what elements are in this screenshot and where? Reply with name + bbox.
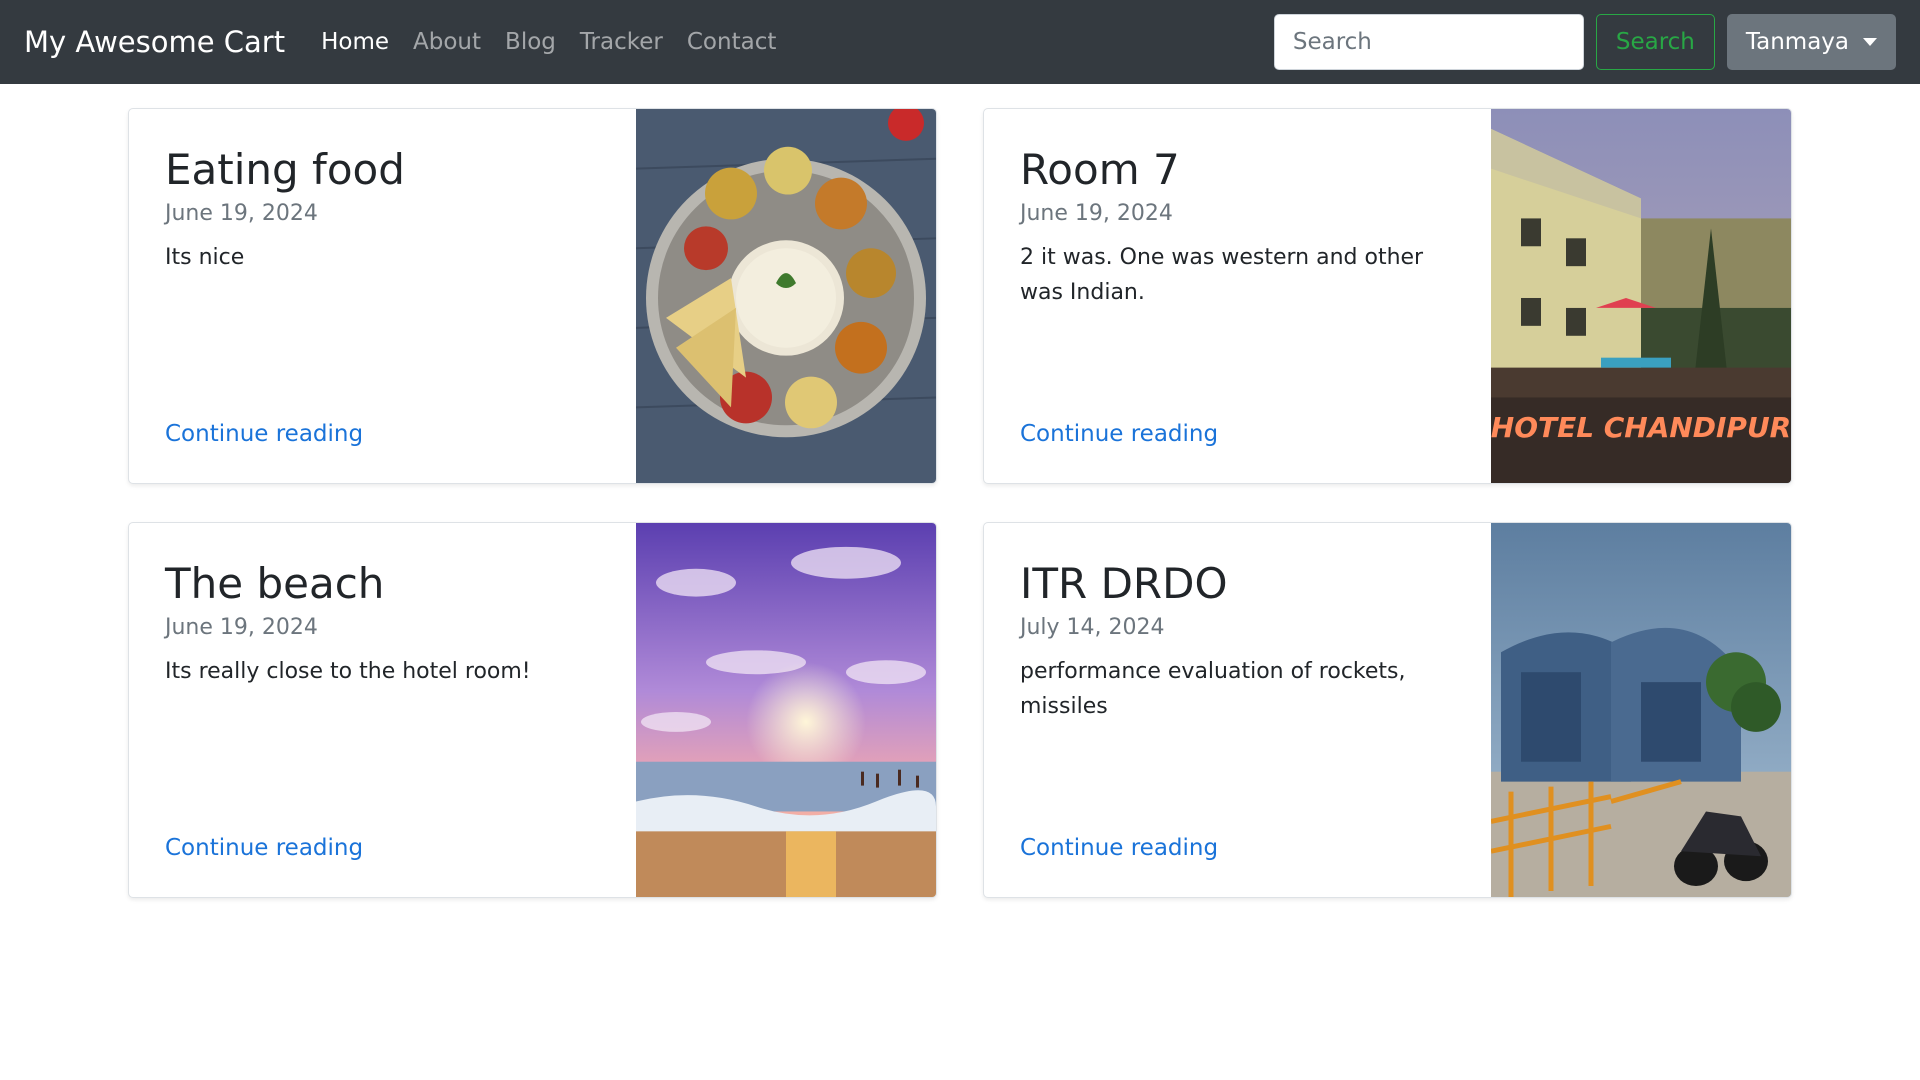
continue-reading-link[interactable]: Continue reading: [165, 835, 363, 861]
post-excerpt: Its really close to the hotel room!: [165, 659, 531, 685]
nav-link-contact[interactable]: Contact: [687, 29, 776, 55]
continue-reading-link[interactable]: Continue reading: [1020, 835, 1218, 861]
itr-gate-image: [1491, 523, 1791, 897]
post-card-body: Eating food June 19, 2024 Its nice Conti…: [129, 109, 636, 483]
user-dropdown-button[interactable]: Tanmaya: [1726, 14, 1896, 70]
post-card: The beach June 19, 2024 Its really close…: [128, 522, 937, 898]
nav-link-home[interactable]: Home: [321, 29, 389, 55]
post-date: July 14, 2024: [1020, 615, 1165, 641]
hotel-image: HOTEL CHANDIPUR: [1491, 109, 1791, 483]
search-input[interactable]: [1273, 14, 1584, 70]
post-title: Room 7: [1020, 145, 1180, 194]
caret-down-icon: [1863, 38, 1877, 46]
hotel-caption: HOTEL CHANDIPUR: [1491, 411, 1791, 444]
post-card: ITR DRDO July 14, 2024 performance evalu…: [983, 522, 1792, 898]
post-date: June 19, 2024: [165, 615, 318, 641]
post-card: Eating food June 19, 2024 Its nice Conti…: [128, 108, 937, 484]
post-date: June 19, 2024: [165, 201, 318, 227]
nav-link-about[interactable]: About: [413, 29, 481, 55]
post-excerpt: performance evaluation of rockets, missi…: [1020, 659, 1406, 720]
food-thali-image: [636, 109, 936, 483]
post-title: The beach: [165, 559, 385, 608]
post-excerpt: Its nice: [165, 245, 245, 271]
nav-links: Home About Blog Tracker Contact: [321, 29, 776, 55]
search-button[interactable]: Search: [1595, 14, 1715, 70]
post-title: ITR DRDO: [1020, 559, 1228, 608]
brand-logo[interactable]: My Awesome Cart: [24, 25, 285, 59]
post-date: June 19, 2024: [1020, 201, 1173, 227]
user-name: Tanmaya: [1745, 29, 1849, 55]
posts-grid: Eating food June 19, 2024 Its nice Conti…: [128, 108, 1792, 898]
beach-sunset-image: [636, 523, 936, 897]
post-title: Eating food: [165, 145, 405, 194]
nav-right: Search Tanmaya: [1273, 14, 1896, 70]
continue-reading-link[interactable]: Continue reading: [1020, 421, 1218, 447]
post-excerpt: 2 it was. One was western and other was …: [1020, 245, 1424, 306]
nav-link-tracker[interactable]: Tracker: [580, 29, 663, 55]
post-card-body: Room 7 June 19, 2024 2 it was. One was w…: [984, 109, 1491, 483]
navbar: My Awesome Cart Home About Blog Tracker …: [0, 0, 1920, 84]
continue-reading-link[interactable]: Continue reading: [165, 421, 363, 447]
post-card-body: The beach June 19, 2024 Its really close…: [129, 523, 636, 897]
nav-link-blog[interactable]: Blog: [505, 29, 556, 55]
post-card-body: ITR DRDO July 14, 2024 performance evalu…: [984, 523, 1491, 897]
post-card: Room 7 June 19, 2024 2 it was. One was w…: [983, 108, 1792, 484]
